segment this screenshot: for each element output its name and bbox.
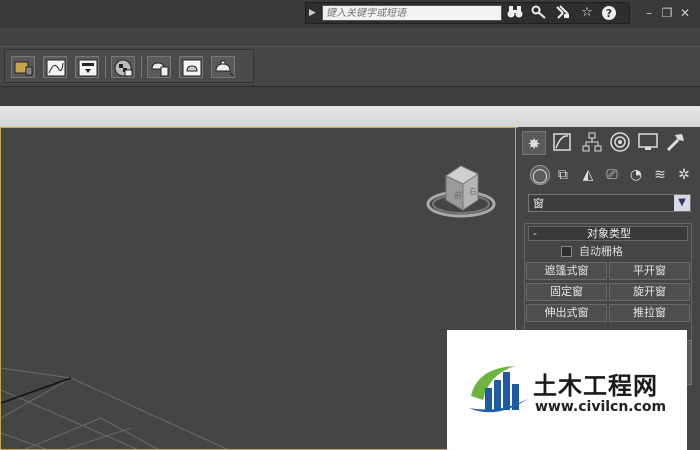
scene-explorer-button[interactable] (11, 56, 35, 78)
svg-text:?: ? (606, 7, 612, 20)
dropdown-value: 窗 (533, 197, 544, 210)
geometry-category-icon[interactable]: ◯ (530, 165, 550, 185)
svg-text:前: 前 (454, 190, 462, 200)
systems-category-icon[interactable]: ✲ (674, 165, 694, 185)
help-icon[interactable]: ? (600, 5, 618, 21)
projected-window-button[interactable]: 伸出式窗 (526, 304, 607, 322)
rollout-header[interactable]: 对象类型 - (528, 226, 688, 241)
toolbar-separator (141, 56, 142, 78)
modify-tab-icon[interactable] (550, 131, 574, 155)
casement-window-button[interactable]: 平开窗 (609, 262, 690, 280)
watermark-url: www.civilcn.com (535, 399, 667, 415)
viewcube[interactable]: 前 右 (424, 158, 499, 223)
ribbon-panel (0, 106, 700, 128)
create-tab-icon[interactable]: ✸ (522, 131, 546, 155)
spacewarps-category-icon[interactable]: ≋ (650, 165, 670, 185)
lights-category-icon[interactable]: ◭ (578, 165, 598, 185)
render-toolbar-group (4, 49, 254, 83)
close-button[interactable]: ✕ (676, 4, 694, 22)
infocenter-search: ▶ ☆ ? (305, 2, 630, 24)
search-input[interactable] (322, 5, 502, 21)
pivoted-window-button[interactable]: 旋开窗 (609, 283, 690, 301)
autogrid-checkbox[interactable]: 自动栅格 (561, 244, 661, 260)
render-production-button[interactable] (211, 56, 235, 78)
chevron-down-icon[interactable]: ▼ (674, 195, 690, 211)
fixed-window-button[interactable]: 固定窗 (526, 283, 607, 301)
site-watermark: 土木工程网 www.civilcn.com (447, 330, 687, 450)
star-icon[interactable]: ☆ (578, 5, 596, 21)
schematic-view-button[interactable] (75, 56, 99, 78)
shapes-category-icon[interactable]: ⧉ (553, 165, 573, 185)
object-category-dropdown[interactable]: 窗 ▼ (528, 194, 691, 212)
utilities-tab-icon[interactable] (664, 131, 688, 155)
hierarchy-tab-icon[interactable] (580, 131, 604, 155)
binoculars-icon[interactable] (506, 5, 524, 21)
rollout-title: 对象类型 (587, 227, 631, 240)
toolbar-separator (105, 56, 106, 78)
sliding-window-button[interactable]: 推拉窗 (609, 304, 690, 322)
ribbon-bar (0, 86, 700, 107)
autogrid-label: 自动栅格 (579, 245, 623, 258)
svg-text:右: 右 (469, 186, 477, 196)
rollout-collapse-toggle[interactable]: - (533, 227, 537, 240)
render-setup-button[interactable] (147, 56, 171, 78)
awning-window-button[interactable]: 遮篷式窗 (526, 262, 607, 280)
window-controls: – ❐ ✕ (640, 4, 700, 22)
checkbox-box[interactable] (561, 246, 572, 257)
restore-button[interactable]: ❐ (658, 4, 676, 22)
rendered-frame-window-button[interactable] (179, 56, 203, 78)
curve-editor-button[interactable] (43, 56, 67, 78)
watermark-title: 土木工程网 (533, 372, 658, 400)
key-icon[interactable] (530, 5, 548, 21)
helpers-category-icon[interactable]: ◔ (626, 165, 646, 185)
motion-tab-icon[interactable] (608, 131, 632, 155)
civilcn-logo (469, 366, 529, 413)
satellite-icon[interactable] (554, 5, 572, 21)
expand-arrow-icon[interactable]: ▶ (309, 7, 319, 19)
material-editor-button[interactable] (111, 56, 135, 78)
minimize-button[interactable]: – (640, 4, 658, 22)
cameras-category-icon[interactable]: ⎚ (602, 165, 622, 185)
display-tab-icon[interactable] (636, 131, 660, 155)
